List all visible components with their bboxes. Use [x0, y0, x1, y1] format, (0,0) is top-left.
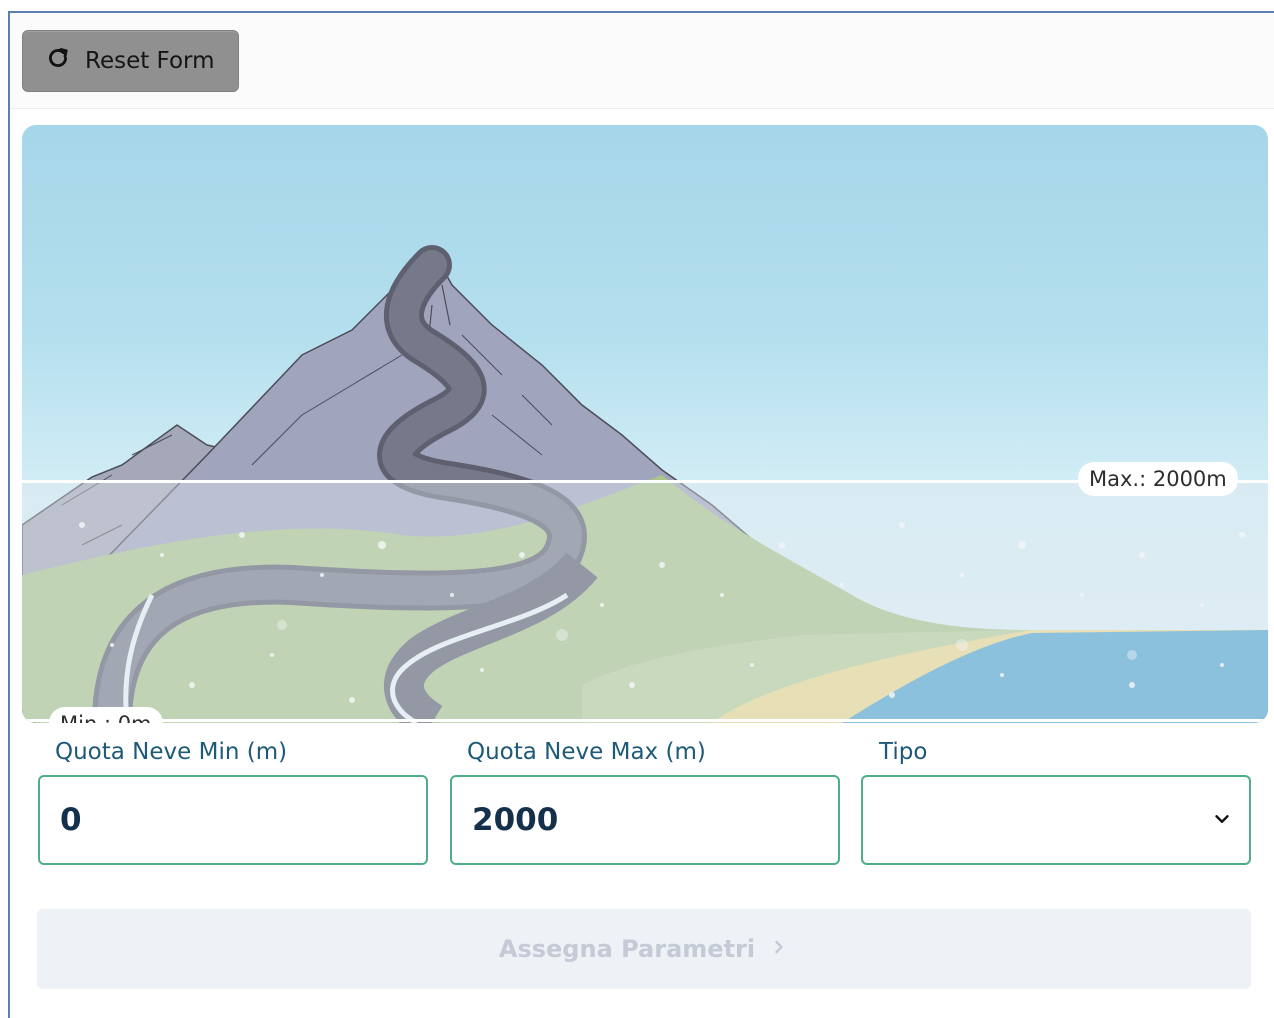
snow-level-illustration: Max.: 2000m Min.: 0m: [22, 125, 1268, 723]
min-altitude-input[interactable]: [60, 802, 426, 838]
max-altitude-input[interactable]: [472, 802, 838, 838]
min-altitude-label: Quota Neve Min (m): [55, 739, 288, 765]
reset-form-button[interactable]: Reset Form: [22, 30, 239, 92]
assign-parameters-button[interactable]: Assegna Parametri: [37, 909, 1251, 989]
chevron-right-icon: [769, 935, 789, 963]
snow-band: [22, 482, 1268, 723]
max-altitude-field[interactable]: [450, 775, 840, 865]
max-level-label: Max.: 2000m: [1078, 462, 1238, 496]
min-level-label: Min.: 0m: [49, 707, 163, 723]
min-level-line: [22, 719, 1268, 722]
chevron-down-icon: [1211, 802, 1233, 838]
reset-form-label: Reset Form: [85, 48, 215, 74]
type-label: Tipo: [879, 739, 928, 765]
min-altitude-field[interactable]: [38, 775, 428, 865]
refresh-icon: [45, 45, 71, 77]
form-panel: Reset Form Max.: 2000m Quota Neve Min (m…: [8, 11, 1274, 1018]
max-altitude-label: Quota Neve Max (m): [467, 739, 706, 765]
assign-parameters-label: Assegna Parametri: [498, 935, 756, 963]
toolbar: Reset Form: [10, 13, 1274, 109]
type-select[interactable]: [861, 775, 1251, 865]
